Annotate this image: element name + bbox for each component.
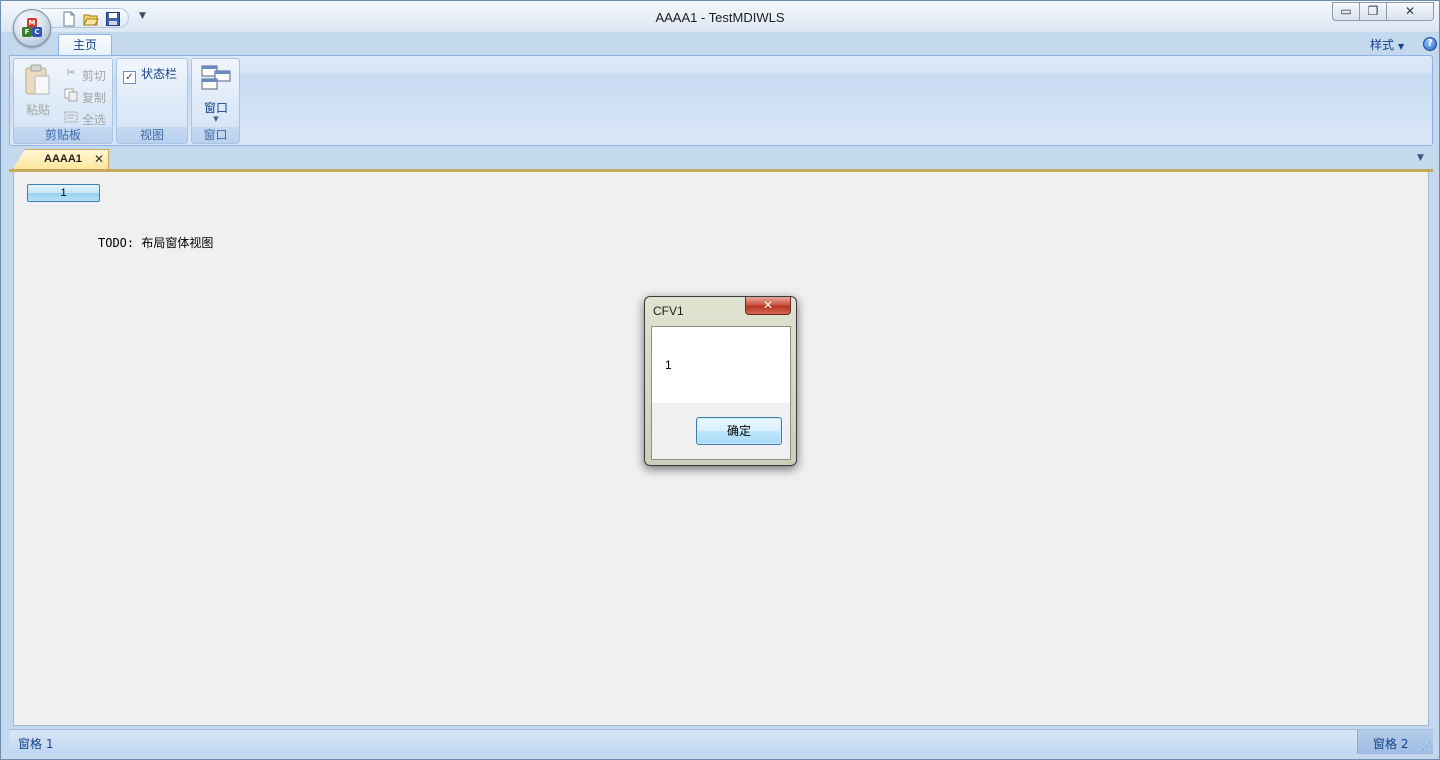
status-pane-1: 窗格 1 xyxy=(18,737,54,751)
close-icon: ✕ xyxy=(1404,4,1416,18)
close-icon: ✕ xyxy=(762,298,774,312)
style-menu[interactable]: 样式 ▼ xyxy=(1370,36,1404,53)
window-group: 窗口 ▼ 窗口 xyxy=(191,58,240,144)
app-logo-icon: M F C xyxy=(22,18,42,38)
tab-home[interactable]: 主页 xyxy=(58,34,112,57)
chevron-down-icon: ▼ xyxy=(1398,42,1405,51)
window-menu-button[interactable]: 窗口 ▼ xyxy=(198,63,234,123)
new-file-icon[interactable] xyxy=(61,11,77,27)
tab-list-dropdown-icon[interactable]: ▼ xyxy=(1417,153,1424,163)
ok-button[interactable]: 确定 xyxy=(696,417,782,445)
style-menu-label: 样式 xyxy=(1370,38,1395,52)
cut-label: 剪切 xyxy=(82,69,107,83)
status-bar-checkbox-label: 状态栏 xyxy=(141,67,178,81)
ribbon-tab-strip: 主页 样式 ▼ ? xyxy=(9,32,1437,57)
quick-access-toolbar xyxy=(41,8,129,28)
window-group-label: 窗口 xyxy=(192,127,239,143)
paste-icon xyxy=(25,64,50,95)
paste-label: 粘贴 xyxy=(25,103,50,117)
status-pane-2-label: 窗格 2 xyxy=(1373,737,1409,751)
select-all-label: 全选 xyxy=(82,113,107,127)
windows-cascade-icon xyxy=(201,65,231,90)
ribbon-panel: 粘贴 ✂ 剪切 复制 全选 剪贴板 ✓ 状态栏 视图 窗口 ▼ 窗口 xyxy=(9,55,1433,146)
dialog-message-area: 1 xyxy=(652,327,790,403)
dialog-title: CFV1 xyxy=(653,304,684,318)
view-group: ✓ 状态栏 视图 xyxy=(116,58,188,144)
restore-icon: ❐ xyxy=(1367,4,1379,18)
window-title: AAAA1 - TestMDIWLS xyxy=(655,10,785,25)
close-window-button[interactable]: ✕ xyxy=(1386,2,1434,21)
message-dialog: CFV1 ✕ 1 确定 xyxy=(644,296,797,466)
dialog-body: 1 确定 xyxy=(651,326,791,460)
status-bar-checkbox[interactable]: ✓ 状态栏 xyxy=(123,65,177,84)
app-window: AAAA1 - TestMDIWLS ▼ ▭ ❐ ✕ M F C 主页 样式 ▼… xyxy=(0,0,1440,760)
paste-button[interactable]: 粘贴 xyxy=(20,63,56,119)
application-menu-button[interactable]: M F C xyxy=(13,9,51,47)
customize-qat-icon[interactable]: ▼ xyxy=(139,11,146,21)
document-button-1[interactable]: 1 xyxy=(27,184,100,202)
copy-label: 复制 xyxy=(82,91,107,105)
checkbox-checked-icon: ✓ xyxy=(123,71,136,84)
view-group-label: 视图 xyxy=(117,127,187,143)
title-bar: AAAA1 - TestMDIWLS ▼ ▭ ❐ ✕ xyxy=(1,1,1439,32)
dialog-message: 1 xyxy=(665,358,672,372)
mdi-tab-strip: AAAA1 ✕ ▼ xyxy=(9,147,1433,169)
dialog-close-button[interactable]: ✕ xyxy=(745,297,791,315)
chevron-down-icon: ▼ xyxy=(213,115,219,123)
status-bar: 窗格 1 窗格 2 ⋰ xyxy=(9,729,1433,754)
mdi-tab-label: AAAA1 xyxy=(44,153,82,165)
mdi-tab-aaaa1[interactable]: AAAA1 ✕ xyxy=(13,149,109,169)
resize-grip-icon[interactable]: ⋰ xyxy=(1422,742,1431,752)
window-menu-label: 窗口 xyxy=(203,101,228,115)
open-folder-icon[interactable] xyxy=(83,11,99,27)
todo-label: TODO: 布局窗体视图 xyxy=(98,236,214,250)
clipboard-group-label: 剪贴板 xyxy=(14,127,112,143)
clipboard-group: 粘贴 ✂ 剪切 复制 全选 剪贴板 xyxy=(13,58,113,144)
minimize-button[interactable]: ▭ xyxy=(1332,2,1360,21)
minimize-icon: ▭ xyxy=(1340,4,1352,18)
help-icon[interactable]: ? xyxy=(1423,37,1437,51)
scissors-icon: ✂ xyxy=(66,66,76,79)
save-icon[interactable] xyxy=(105,11,121,27)
copy-icon xyxy=(64,88,78,102)
maximize-button[interactable]: ❐ xyxy=(1359,2,1387,21)
select-all-icon xyxy=(64,110,78,124)
close-tab-icon[interactable]: ✕ xyxy=(94,152,104,166)
